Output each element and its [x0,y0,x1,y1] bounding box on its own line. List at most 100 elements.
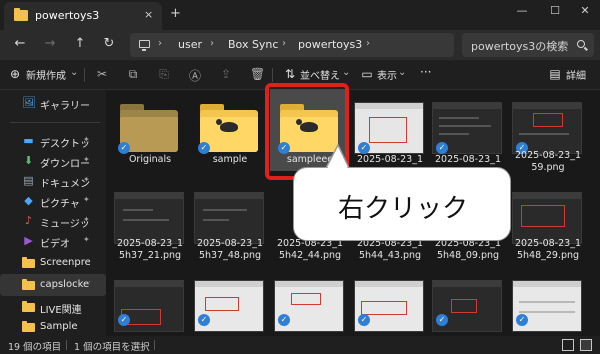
image-item[interactable]: ✓ 2025-08-23_1 59.png [508,92,588,173]
pin-icon: ✦ [83,155,90,164]
sync-check-icon: ✓ [278,314,290,326]
chevron-down-icon: ⌄ [398,67,407,78]
thumbnail-line [439,125,491,127]
thumbnail-line [123,219,169,221]
sidebar-item-capslocketc[interactable]: capslocketc [0,274,106,296]
back-icon[interactable]: ← [12,36,28,51]
sync-check-icon: ✓ [118,314,130,326]
breadcrumb-powertoys3[interactable]: powertoys3 [298,38,362,51]
divider [84,68,85,82]
thumbnail-line [203,209,247,211]
divider [272,68,273,82]
file-name: 2025-08-23_1 [356,154,423,165]
sidebar-item-desktop[interactable]: ▬ デスクトップ ✦ [0,130,106,152]
image-item[interactable]: 2025-08-23_1 5h37_21.png [110,182,190,262]
folder-icon [22,301,35,312]
window-close-icon[interactable]: ✕ [575,4,595,17]
copy-icon[interactable]: ⧉ [126,67,140,82]
search-placeholder: powertoys3の検索 [471,40,569,53]
sidebar-item-label: LIVE関連 [40,305,82,316]
cut-icon[interactable]: ✂ [95,67,109,81]
image-item[interactable]: 2025-08-23_1 5h37_48.png [190,182,270,262]
more-button[interactable]: ··· [420,65,431,79]
forward-icon[interactable]: → [42,36,58,51]
thumbnail-bar [115,193,183,199]
file-name-line2: 59.png [531,162,565,173]
folder-icon [14,8,28,21]
thumbnail-highlight [291,293,321,305]
sort-button[interactable]: 並べ替え [300,67,340,82]
delete-icon[interactable]: 🗑 [250,67,265,81]
sidebar-item-screenpresso[interactable]: Screenpresso [0,252,106,274]
file-name: sample [212,154,248,165]
divider [10,122,100,123]
folder-icon [22,279,35,290]
folder-item[interactable]: ✓ sample [190,92,270,172]
up-icon[interactable]: ↑ [72,36,88,51]
breadcrumb-box-sync[interactable]: Box Sync [228,38,278,51]
item-count: 19 個の項目 [8,342,62,353]
mouse-image-icon [216,119,238,132]
document-icon: ▤ [23,174,34,187]
sidebar-item-downloads[interactable]: ⬇ ダウンロード ✦ [0,150,106,172]
search-input[interactable]: powertoys3の検索 [462,33,594,57]
share-icon[interactable]: ⇪ [219,67,233,81]
paste-icon[interactable]: ⎘ [157,67,171,82]
sidebar-item-live[interactable]: LIVE関連 [0,296,106,318]
details-button[interactable]: 詳細 [566,67,586,82]
thumbnail-line [439,133,469,135]
refresh-icon[interactable]: ↻ [101,36,117,51]
rename-icon[interactable]: Ⓐ [188,67,202,84]
breadcrumb-separator: › [366,38,370,49]
image-item[interactable]: 2025-08-23_1 5h48_29.png [508,182,588,262]
file-name: Originals [128,154,172,165]
sync-check-icon: ✓ [358,314,370,326]
image-thumbnail [114,192,184,244]
folder-item[interactable]: ✓ Originals [110,92,190,172]
music-icon: ♪ [24,214,33,227]
tiles-view-icon[interactable] [580,339,592,351]
file-name: 2025-08-23_1 [514,238,581,249]
sidebar-item-videos[interactable]: ▶ ビデオ ✦ [0,230,106,252]
sync-check-icon: ✓ [198,314,210,326]
file-name: 2025-08-23_1 [196,238,263,249]
sidebar-item-documents[interactable]: ▤ ドキュメント ✦ [0,170,106,192]
thumbnail-bar [513,103,581,109]
image-item[interactable]: ✓ 2025-08-23_1 [350,92,430,172]
thumbnail-bar [513,281,581,287]
thumbnail-highlight [533,113,563,127]
thumbnail-line [519,301,575,303]
sidebar-item-sample[interactable]: Sample [0,316,106,338]
sync-check-icon: ✓ [198,142,210,154]
thumbnail-bar [195,281,263,287]
sidebar-item-music[interactable]: ♪ ミュージック ✦ [0,210,106,232]
view-icon: ▭ [361,67,373,81]
callout-text: 右クリック [337,194,468,224]
maximize-icon[interactable]: ☐ [545,4,565,17]
view-button[interactable]: 表示 [377,67,397,82]
thumbnail-highlight [451,299,477,313]
tab-powertoys3[interactable]: powertoys3 × [4,2,162,30]
file-name: 2025-08-23_1 [116,238,183,249]
breadcrumb-separator: › [210,38,214,49]
sidebar-item-gallery[interactable]: 🖼 ギャラリー [0,92,106,114]
thumbnail-bar [355,103,423,109]
new-tab-button[interactable]: + [170,6,181,21]
divider [154,340,155,350]
sidebar-item-pictures[interactable]: ◆ ピクチャ ✦ [0,190,106,212]
pictures-icon: ◆ [24,194,33,207]
file-name-line2: 5h48_29.png [516,250,580,261]
breadcrumb-user[interactable]: user [178,38,202,51]
sidebar-item-label: capslocketc [40,279,90,290]
address-bar[interactable]: › user › Box Sync › powertoys3 › [130,33,454,57]
image-item[interactable]: ✓ 2025-08-23_1 [428,92,508,172]
pin-icon: ✦ [83,195,90,204]
new-button[interactable]: 新規作成 [26,67,66,82]
close-tab-icon[interactable]: × [144,8,153,21]
navigation-pane: 🖼 ギャラリー ▬ デスクトップ ✦ ⬇ ダウンロード ✦ ▤ ドキュメント ✦… [0,90,106,336]
folder-icon [22,321,35,332]
sidebar-item-label: Screenpresso [40,257,90,268]
details-view-icon[interactable] [562,339,574,351]
minimize-icon[interactable]: — [512,4,532,17]
thumbnail-line [519,133,569,135]
